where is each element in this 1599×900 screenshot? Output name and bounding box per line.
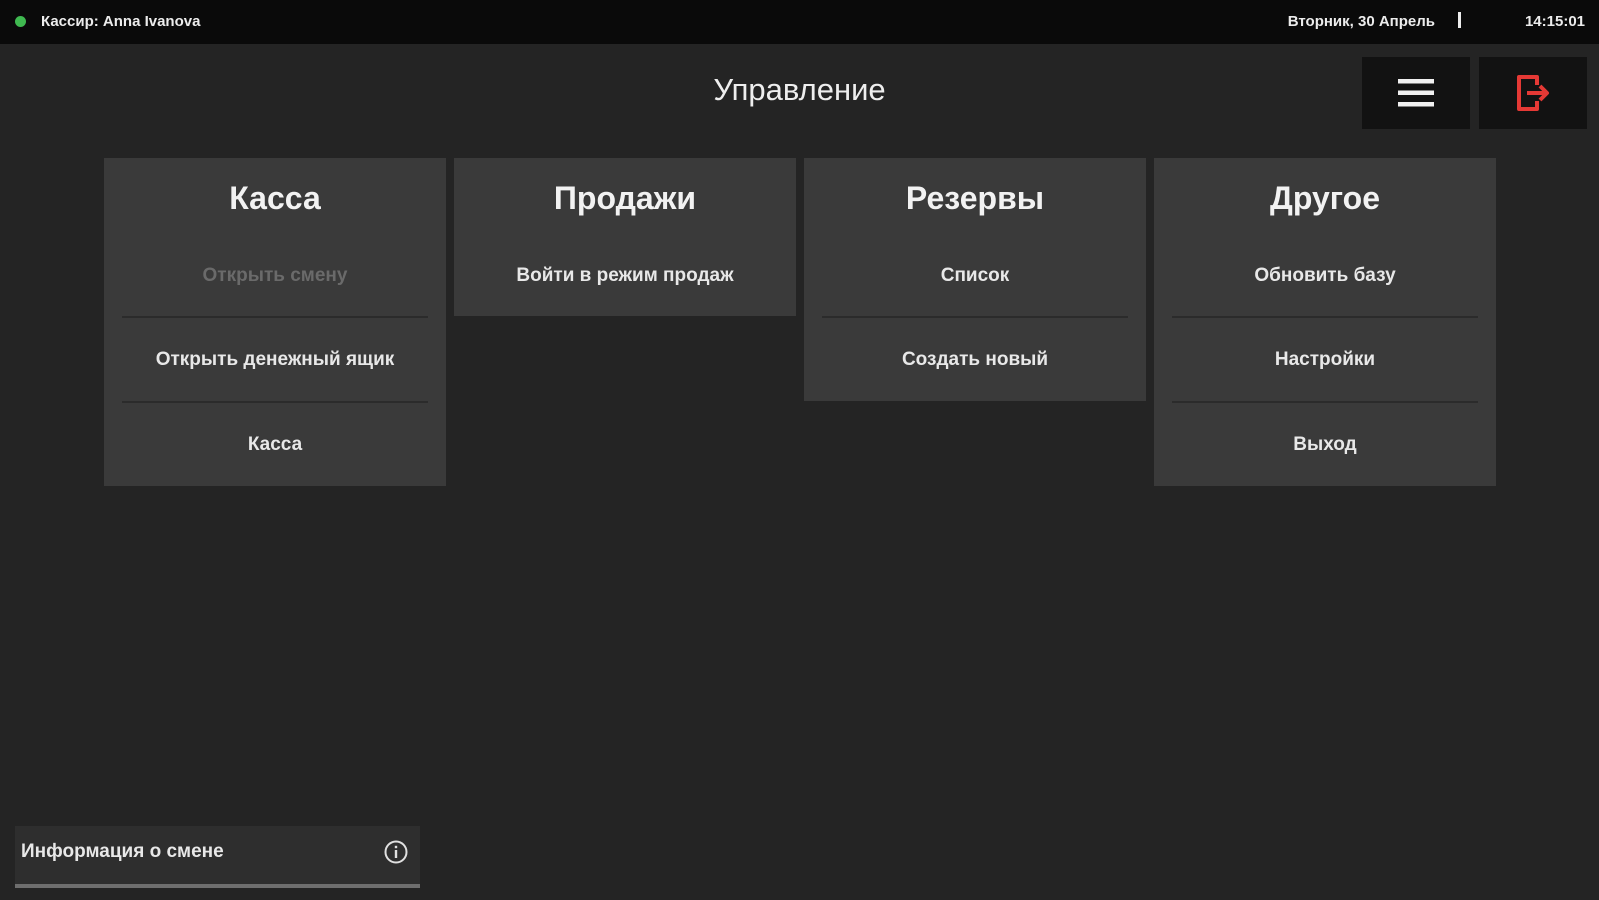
status-divider <box>1458 12 1461 28</box>
card-other: Другое Обновить базу Настройки Выход <box>1154 158 1496 486</box>
online-status-icon <box>15 16 26 27</box>
card-title: Резервы <box>905 180 1045 216</box>
current-time: 14:15:01 <box>1524 13 1585 30</box>
card-title: Касса <box>229 180 321 216</box>
page-title: Управление <box>713 72 886 107</box>
card-cash: Касса Открыть смену Открыть денежный ящи… <box>104 158 446 486</box>
cash-register-button[interactable]: Касса <box>104 403 446 486</box>
reserves-list-button[interactable]: Список <box>804 238 1146 316</box>
logout-icon <box>1517 75 1549 111</box>
card-reserves: Резервы Список Создать новый <box>804 158 1146 401</box>
current-date: Вторник, 30 Апрель <box>1287 13 1435 30</box>
exit-button[interactable]: Выход <box>1154 403 1496 486</box>
card-title: Другое <box>1270 180 1380 216</box>
card-sales: Продажи Войти в режим продаж <box>454 158 796 316</box>
open-cash-drawer-button[interactable]: Открыть денежный ящик <box>104 318 446 401</box>
menu-button[interactable] <box>1362 57 1470 129</box>
hamburger-menu-icon <box>1398 79 1434 107</box>
shift-info-label: Информация о смене <box>21 841 224 862</box>
card-title: Продажи <box>553 180 697 216</box>
status-bar: Кассир: Anna Ivanova Вторник, 30 Апрель … <box>0 0 1599 44</box>
cashier-name: Кассир: Anna Ivanova <box>41 13 201 30</box>
logout-button[interactable] <box>1479 57 1587 129</box>
update-database-button[interactable]: Обновить базу <box>1154 238 1496 316</box>
settings-button[interactable]: Настройки <box>1154 318 1496 401</box>
shift-info-panel[interactable]: Информация о смене <box>15 826 420 888</box>
enter-sales-mode-button[interactable]: Войти в режим продаж <box>454 238 796 316</box>
open-shift-button[interactable]: Открыть смену <box>104 238 446 316</box>
create-reserve-button[interactable]: Создать новый <box>804 318 1146 401</box>
info-circle-icon[interactable] <box>384 840 408 864</box>
